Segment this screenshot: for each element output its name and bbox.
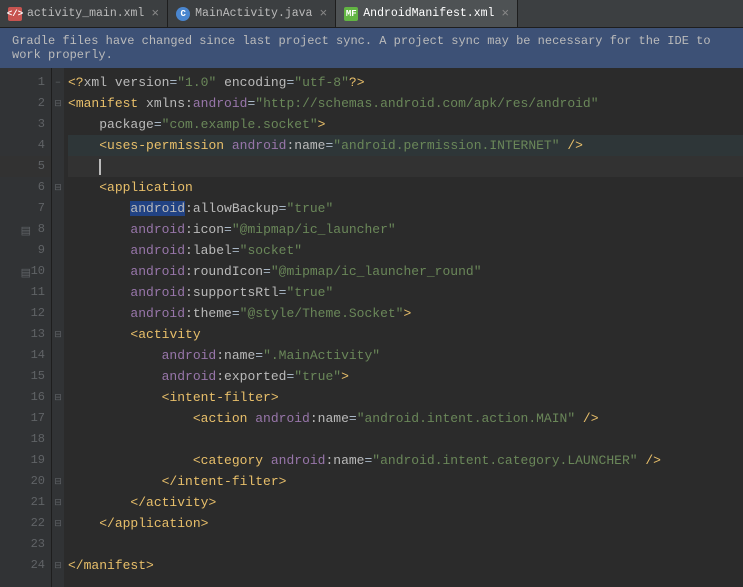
fold-marker[interactable] xyxy=(52,198,64,219)
tab-label: MainActivity.java xyxy=(195,7,312,20)
fold-marker[interactable] xyxy=(52,219,64,240)
tab-main-activity[interactable]: C MainActivity.java × xyxy=(168,0,336,27)
gradle-sync-notification[interactable]: Gradle files have changed since last pro… xyxy=(0,28,743,68)
fold-marker[interactable] xyxy=(52,135,64,156)
line-number[interactable]: 5 xyxy=(0,156,51,177)
line-number[interactable]: 24 xyxy=(0,555,51,576)
line-number[interactable]: 4 xyxy=(0,135,51,156)
line-number[interactable]: 15 xyxy=(0,366,51,387)
code-area[interactable]: <?xml version="1.0" encoding="utf-8"?> <… xyxy=(64,68,743,587)
xml-icon: </> xyxy=(8,7,22,21)
fold-marker[interactable] xyxy=(52,429,64,450)
fold-marker[interactable] xyxy=(52,534,64,555)
close-icon[interactable]: × xyxy=(319,6,327,21)
line-number[interactable]: 3 xyxy=(0,114,51,135)
fold-gutter[interactable]: −⊟⊟⊟⊟⊟⊟⊟⊟ xyxy=(52,68,64,587)
line-number[interactable]: 16 xyxy=(0,387,51,408)
tab-label: AndroidManifest.xml xyxy=(363,7,494,20)
line-number[interactable]: 11 xyxy=(0,282,51,303)
fold-marker[interactable]: ⊟ xyxy=(52,471,64,492)
fold-marker[interactable] xyxy=(52,450,64,471)
close-icon[interactable]: × xyxy=(151,6,159,21)
fold-marker[interactable]: ⊟ xyxy=(52,492,64,513)
java-icon: C xyxy=(176,7,190,21)
line-number[interactable]: 6 xyxy=(0,177,51,198)
line-number[interactable]: 18 xyxy=(0,429,51,450)
line-number[interactable]: 13 xyxy=(0,324,51,345)
line-number[interactable]: 1 xyxy=(0,72,51,93)
fold-marker[interactable]: ⊟ xyxy=(52,387,64,408)
line-number[interactable]: 8▤ xyxy=(0,219,51,240)
editor: 12345678▤910▤111213141516171819202122232… xyxy=(0,68,743,587)
tab-activity-main[interactable]: </> activity_main.xml × xyxy=(0,0,168,27)
line-number[interactable]: 7 xyxy=(0,198,51,219)
fold-marker[interactable]: ⊟ xyxy=(52,555,64,576)
fold-marker[interactable] xyxy=(52,408,64,429)
fold-marker[interactable] xyxy=(52,303,64,324)
tab-bar: </> activity_main.xml × C MainActivity.j… xyxy=(0,0,743,28)
fold-marker[interactable] xyxy=(52,366,64,387)
text-cursor xyxy=(99,159,101,175)
fold-marker[interactable] xyxy=(52,261,64,282)
line-number[interactable]: 14 xyxy=(0,345,51,366)
line-number[interactable]: 22 xyxy=(0,513,51,534)
fold-marker[interactable] xyxy=(52,156,64,177)
line-number[interactable]: 12 xyxy=(0,303,51,324)
line-number[interactable]: 19 xyxy=(0,450,51,471)
tab-label: activity_main.xml xyxy=(27,7,144,20)
line-number[interactable]: 10▤ xyxy=(0,261,51,282)
line-number[interactable]: 2 xyxy=(0,93,51,114)
fold-marker[interactable] xyxy=(52,240,64,261)
line-number[interactable]: 9 xyxy=(0,240,51,261)
fold-marker[interactable]: ⊟ xyxy=(52,513,64,534)
close-icon[interactable]: × xyxy=(501,6,509,21)
line-number[interactable]: 17 xyxy=(0,408,51,429)
line-gutter[interactable]: 12345678▤910▤111213141516171819202122232… xyxy=(0,68,52,587)
fold-marker[interactable]: ⊟ xyxy=(52,177,64,198)
line-number[interactable]: 23 xyxy=(0,534,51,555)
fold-marker[interactable]: ⊟ xyxy=(52,324,64,345)
manifest-icon: MF xyxy=(344,7,358,21)
fold-marker[interactable] xyxy=(52,345,64,366)
fold-marker[interactable] xyxy=(52,114,64,135)
fold-marker[interactable]: − xyxy=(52,72,64,93)
line-number[interactable]: 21 xyxy=(0,492,51,513)
tab-android-manifest[interactable]: MF AndroidManifest.xml × xyxy=(336,0,518,27)
line-number[interactable]: 20 xyxy=(0,471,51,492)
fold-marker[interactable] xyxy=(52,282,64,303)
fold-marker[interactable]: ⊟ xyxy=(52,93,64,114)
